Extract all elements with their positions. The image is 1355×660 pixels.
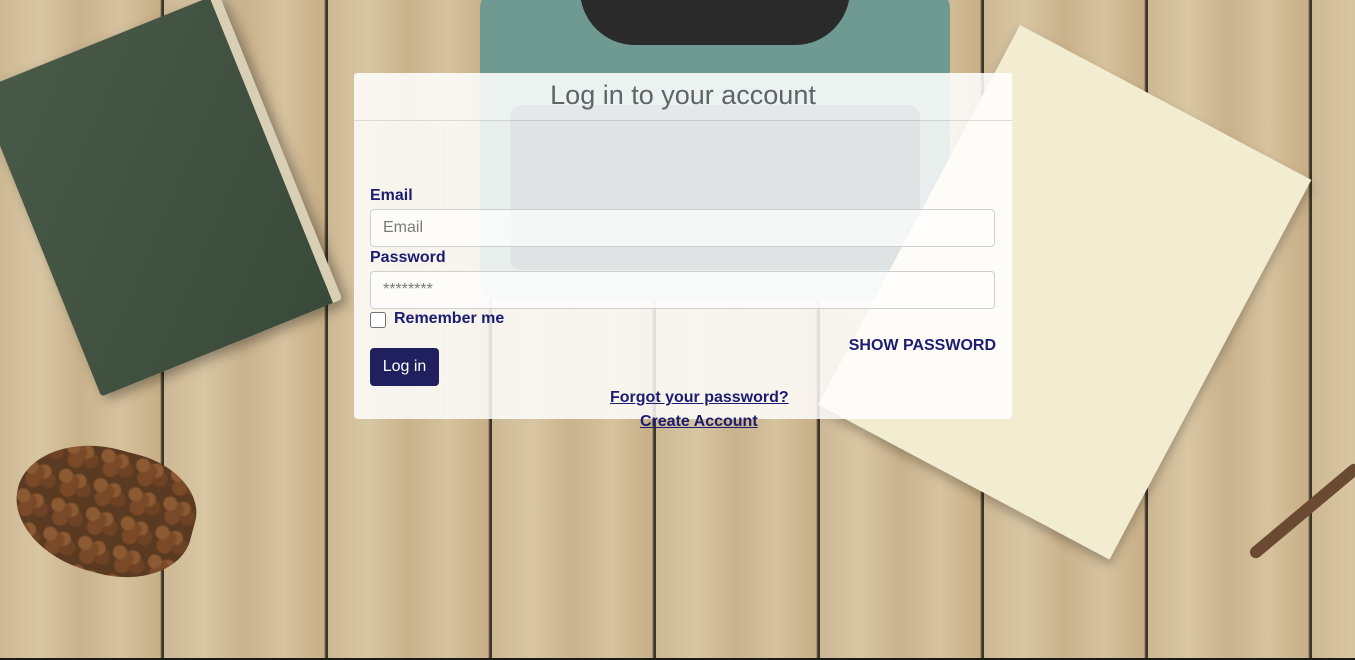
email-label: Email xyxy=(370,187,413,204)
password-field[interactable] xyxy=(370,271,995,309)
remember-me-checkbox[interactable] xyxy=(370,312,386,328)
show-password-toggle[interactable]: SHOW PASSWORD xyxy=(849,337,996,355)
password-label: Password xyxy=(370,249,446,266)
pinecone-decoration xyxy=(1,426,209,595)
card-header: Log in to your account xyxy=(354,73,1012,121)
email-field[interactable] xyxy=(370,209,995,247)
create-account-link[interactable]: Create Account xyxy=(640,413,758,431)
login-card: Log in to your account Email Password Re… xyxy=(354,73,1012,430)
forgot-password-link[interactable]: Forgot your password? xyxy=(610,389,789,407)
book-decoration xyxy=(0,0,343,397)
page-title: Log in to your account xyxy=(550,80,816,110)
stick-decoration xyxy=(1247,461,1355,561)
typewriter-roller xyxy=(580,0,850,45)
remember-me-label[interactable]: Remember me xyxy=(394,310,504,328)
login-button[interactable]: Log in xyxy=(370,348,439,386)
